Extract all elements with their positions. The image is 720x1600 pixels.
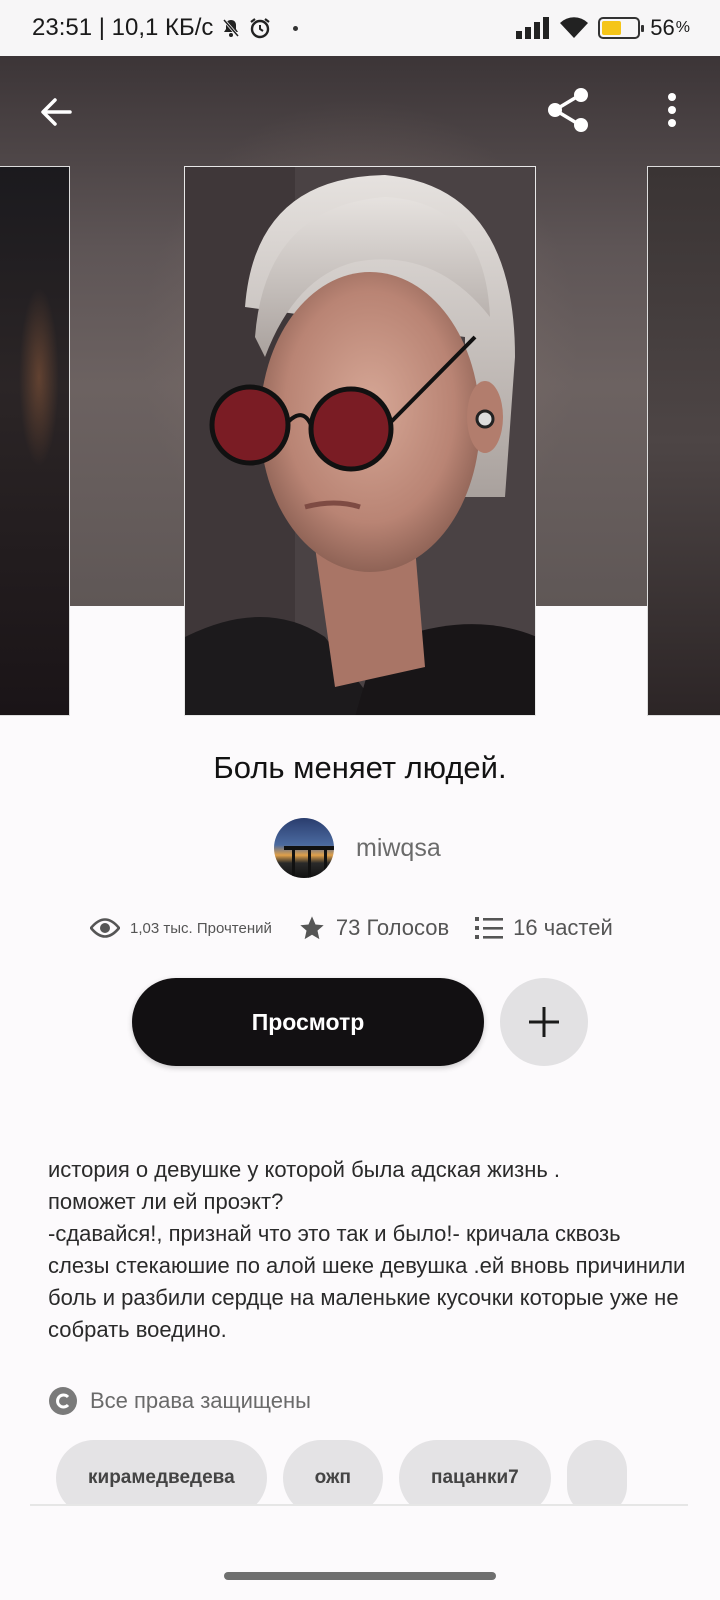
story-stats: 1,03 тыс. Прочтений 73 Голосов 16 частей [90, 914, 639, 942]
reads-stat: 1,03 тыс. Прочтений [90, 917, 272, 939]
tags-row: кирамедведева ожп пацанки7 [30, 1440, 688, 1506]
next-story-cover[interactable] [647, 166, 720, 716]
alarm-icon [250, 18, 271, 39]
battery-level [602, 21, 622, 35]
status-bar: 23:51 | 10,1 КБ/с 56% [0, 0, 720, 56]
mute-icon [223, 19, 240, 37]
notification-dot [293, 25, 299, 31]
list-icon [475, 917, 504, 939]
signal-icon [516, 17, 550, 39]
battery-icon [598, 17, 645, 39]
share-icon [548, 88, 588, 132]
plus-icon [529, 1007, 559, 1037]
home-indicator[interactable] [224, 1572, 496, 1580]
votes-count: 73 Голосов [335, 915, 450, 940]
tag-chip[interactable]: ожп [282, 1440, 383, 1504]
tag-chip[interactable]: кирамедведева [56, 1440, 267, 1504]
tag-chip[interactable]: пацанки7 [398, 1440, 551, 1504]
reads-count: 1,03 тыс. Прочтений [130, 919, 272, 937]
author-link[interactable]: miwqsa [274, 818, 441, 878]
back-button[interactable] [24, 80, 88, 144]
parts-stat: 16 частей [475, 915, 613, 941]
star-icon [300, 916, 324, 940]
copyright-icon [49, 1387, 77, 1415]
read-button[interactable]: Просмотр [132, 978, 484, 1066]
copyright-label: Все права защищены [90, 1388, 311, 1413]
previous-story-cover[interactable] [0, 166, 70, 716]
more-options-button[interactable] [640, 78, 704, 142]
story-cover-image [184, 166, 536, 716]
cover-portrait-illustration [185, 167, 535, 715]
parts-count: 16 частей [513, 915, 613, 940]
tag-chip-partial[interactable] [566, 1440, 627, 1504]
arrow-left-icon [41, 98, 72, 126]
wifi-icon [560, 17, 589, 38]
share-button[interactable] [536, 78, 600, 142]
status-time-speed: 23:51 | 10,1 КБ/с [32, 14, 214, 41]
story-description: история о девушке у которой была адская … [48, 1157, 686, 1342]
votes-stat: 73 Голосов [298, 914, 449, 942]
battery-percent: 56 [650, 15, 675, 40]
story-title: Боль меняет людей. [213, 750, 507, 785]
add-to-library-button[interactable] [500, 978, 588, 1066]
eye-icon [90, 918, 120, 938]
copyright-info: Все права защищены [48, 1386, 311, 1416]
more-vertical-icon [668, 93, 676, 127]
author-name[interactable]: miwqsa [356, 834, 441, 863]
author-avatar[interactable] [274, 818, 334, 878]
